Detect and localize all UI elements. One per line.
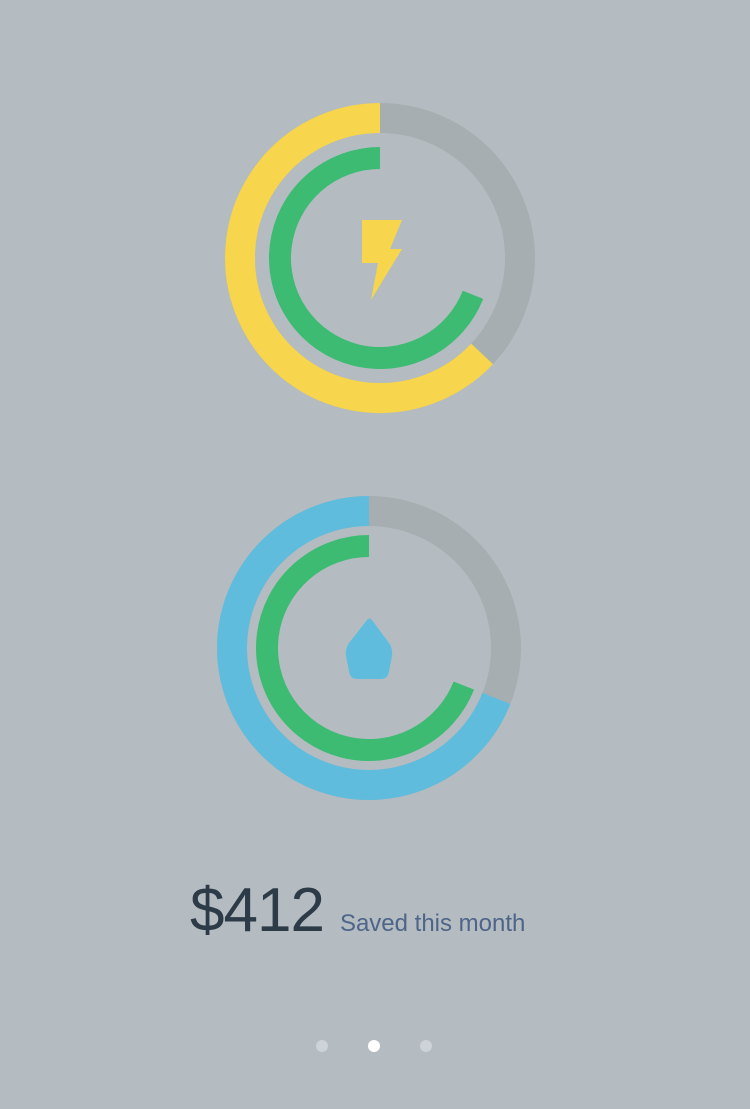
savings-label: Saved this month [339,910,526,937]
lightning-bolt-icon [362,220,402,300]
electricity-gauge [225,103,535,413]
page-indicator [0,1038,750,1054]
page-dot-1[interactable] [316,1040,328,1052]
water-gauge [217,496,521,800]
monthly-savings: $412 Saved this month [190,880,590,960]
page-dot-2[interactable] [368,1040,380,1052]
savings-amount: $412 [190,876,325,945]
page-dot-3[interactable] [420,1040,432,1052]
water-drop-icon [345,618,393,679]
